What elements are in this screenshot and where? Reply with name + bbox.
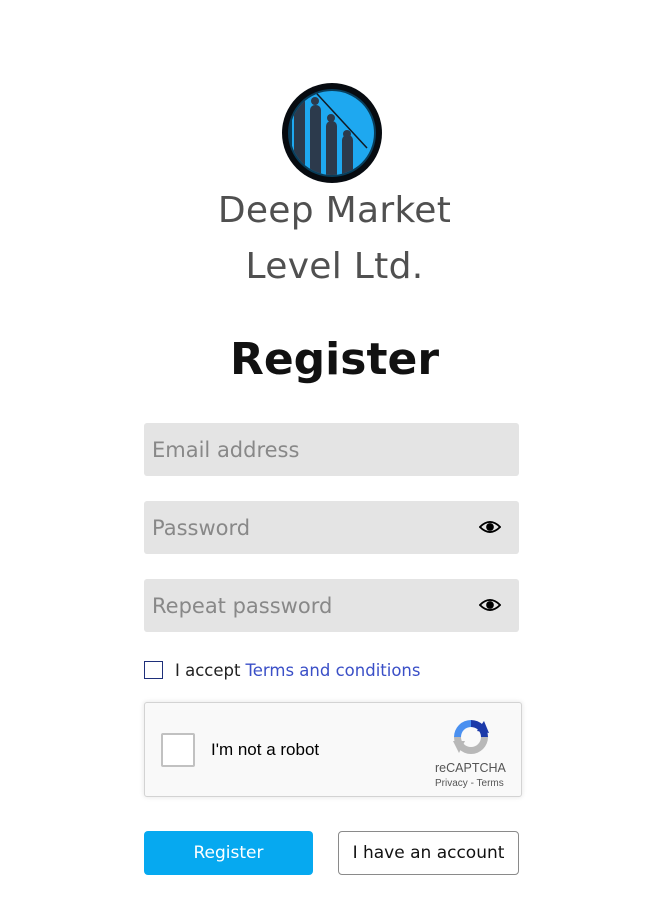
recaptcha-label: I'm not a robot	[211, 740, 320, 759]
email-field-container	[144, 423, 519, 476]
password-field-container	[144, 501, 519, 554]
repeat-password-input[interactable]	[144, 579, 519, 632]
terms-prefix: I accept	[175, 660, 241, 680]
email-input[interactable]	[144, 423, 519, 476]
password-input[interactable]	[144, 501, 519, 554]
terms-row: I accept Terms and conditions	[144, 660, 420, 680]
recaptcha-links: Privacy - Terms	[435, 778, 504, 789]
company-logo	[282, 83, 382, 183]
company-name-line2: Level Ltd.	[245, 246, 424, 287]
page-title: Register	[229, 334, 440, 385]
register-button[interactable]: Register	[144, 831, 313, 875]
recaptcha-brand: reCAPTCHA	[435, 761, 506, 775]
eye-icon[interactable]	[479, 517, 501, 537]
terms-checkbox[interactable]	[144, 661, 163, 679]
recaptcha-terms-link[interactable]: Terms	[477, 778, 504, 789]
repeat-password-field-container	[144, 579, 519, 632]
recaptcha-logo-icon	[453, 720, 489, 754]
company-name-line1: Deep Market	[217, 190, 452, 231]
recaptcha-widget: I'm not a robot reCAPTCHA Privacy - Term…	[144, 702, 522, 797]
recaptcha-checkbox[interactable]	[161, 733, 195, 767]
eye-icon[interactable]	[479, 595, 501, 615]
recaptcha-separator: -	[470, 778, 474, 789]
recaptcha-privacy-link[interactable]: Privacy	[435, 778, 468, 789]
have-account-button[interactable]: I have an account	[338, 831, 519, 875]
terms-link[interactable]: Terms and conditions	[245, 661, 420, 680]
